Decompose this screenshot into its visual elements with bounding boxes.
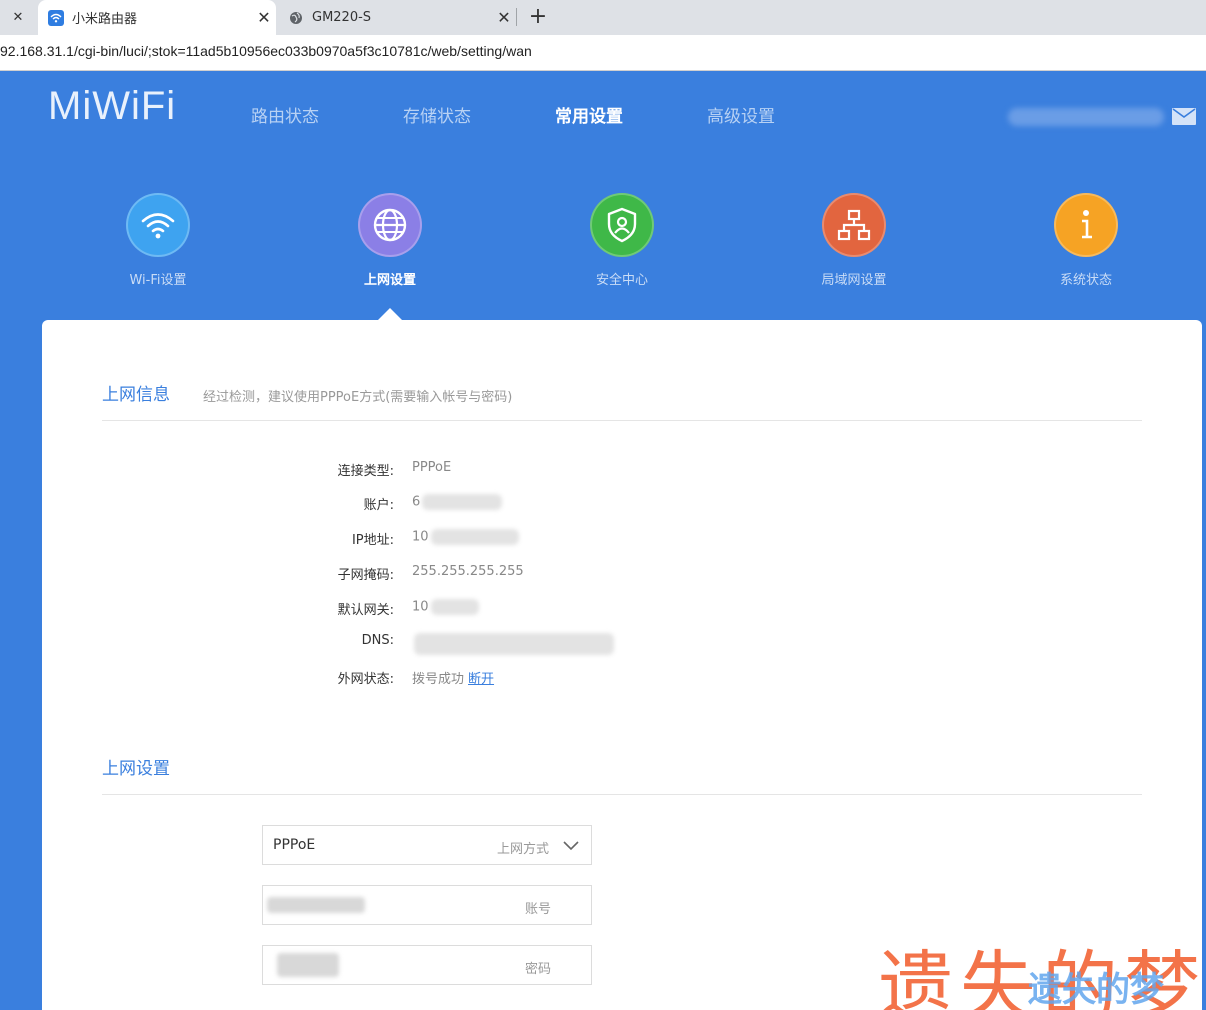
info-icon	[1054, 193, 1118, 257]
info-row-connection-type: 连接类型: PPPoE	[242, 460, 942, 480]
wan-info-hint: 经过检测，建议使用PPPoE方式(需要输入帐号与密码)	[203, 390, 513, 405]
globe-icon	[358, 193, 422, 257]
info-value-wrap: 10	[412, 599, 479, 615]
redacted-value	[430, 599, 479, 615]
feature-label: 局域网设置	[821, 273, 887, 288]
info-value-wrap: 6	[412, 494, 503, 510]
chevron-down-icon	[563, 841, 579, 851]
url-text[interactable]: 92.168.31.1/cgi-bin/luci/;stok=11ad5b109…	[0, 43, 532, 59]
wan-settings-title: 上网设置	[102, 759, 170, 779]
redacted-value	[430, 529, 519, 545]
info-row-dns: DNS:	[242, 633, 942, 655]
active-feature-pointer	[378, 308, 402, 320]
info-row-ip-address: IP地址: 10	[242, 529, 942, 549]
info-key: 子网掩码:	[337, 568, 394, 583]
tab-title: GM220-S	[312, 10, 372, 25]
info-row-account: 账户: 6	[242, 494, 942, 514]
info-value: 10	[412, 529, 429, 545]
nav-router-status[interactable]: 路由状态	[251, 102, 319, 127]
watermark-overlay-text: 遗失的梦	[1028, 970, 1164, 1010]
close-icon[interactable]: ✕	[252, 8, 276, 27]
miwifi-logo: MiWiFi	[48, 84, 177, 128]
account-input[interactable]: 账号	[262, 885, 592, 925]
browser-tab-active[interactable]: 小米路由器 ✕	[38, 0, 276, 35]
info-value-wrap	[412, 633, 614, 655]
feature-security-center[interactable]: 安全中心	[552, 193, 692, 288]
feature-label: 安全中心	[595, 273, 648, 288]
redacted-value	[422, 494, 503, 510]
info-value-wrap: 拨号成功 断开	[412, 668, 494, 687]
wan-mode-label: 上网方式	[496, 842, 549, 857]
tab-separator	[516, 8, 517, 26]
info-row-wan-status: 外网状态: 拨号成功 断开	[242, 668, 942, 688]
browser-tab-bar: ✕ 小米路由器 ✕ GM220-S ✕ +	[0, 0, 1206, 35]
redacted-value	[414, 633, 614, 655]
wan-info-title: 上网信息	[102, 385, 170, 405]
info-value: 10	[412, 599, 429, 615]
info-key: 默认网关:	[337, 603, 394, 618]
tab-close-button[interactable]: ✕	[0, 0, 36, 35]
feature-wifi-settings[interactable]: Wi-Fi设置	[88, 193, 228, 288]
shield-user-icon	[590, 193, 654, 257]
info-key: 账户:	[363, 498, 394, 513]
password-input[interactable]: 密码	[262, 945, 592, 985]
info-key: 连接类型:	[337, 464, 394, 479]
redacted-account-value	[267, 897, 365, 913]
divider	[102, 794, 1142, 795]
password-label: 密码	[524, 962, 551, 977]
feature-label: 系统状态	[1059, 273, 1112, 288]
user-name-redacted[interactable]	[1008, 108, 1164, 126]
info-value: 6	[412, 494, 421, 510]
browser-tab-inactive[interactable]: GM220-S ✕	[278, 0, 516, 35]
feature-label: 上网设置	[363, 273, 416, 288]
redacted-password-value	[277, 953, 339, 977]
feature-lan-settings[interactable]: 局域网设置	[784, 193, 924, 288]
feature-internet-settings[interactable]: 上网设置	[320, 193, 460, 288]
nav-advanced-settings[interactable]: 高级设置	[707, 102, 775, 127]
feature-label: Wi-Fi设置	[129, 273, 187, 288]
wan-mode-value: PPPoE	[273, 837, 316, 853]
info-row-subnet-mask: 子网掩码: 255.255.255.255	[242, 564, 942, 584]
info-key: DNS:	[361, 633, 394, 648]
globe-favicon-icon	[288, 10, 304, 26]
nav-storage-status[interactable]: 存储状态	[403, 102, 471, 127]
wan-mode-select[interactable]: PPPoE 上网方式	[262, 825, 592, 865]
info-value-wrap: 10	[412, 529, 519, 545]
content-panel: 上网信息 经过检测，建议使用PPPoE方式(需要输入帐号与密码) 连接类型: P…	[42, 320, 1202, 1010]
mail-icon[interactable]	[1172, 108, 1196, 125]
info-value: 255.255.255.255	[412, 564, 524, 579]
wifi-icon	[126, 193, 190, 257]
info-key: 外网状态:	[337, 672, 394, 687]
info-key: IP地址:	[351, 533, 394, 548]
disconnect-link[interactable]: 断开	[468, 672, 494, 687]
info-row-default-gateway: 默认网关: 10	[242, 599, 942, 619]
feature-system-status[interactable]: 系统状态	[1016, 193, 1156, 288]
info-value: 拨号成功	[412, 672, 465, 687]
new-tab-button[interactable]: +	[526, 4, 550, 30]
tab-title: 小米路由器	[72, 12, 138, 27]
wifi-favicon-icon	[48, 9, 64, 26]
close-icon[interactable]: ✕	[492, 8, 516, 27]
account-label: 账号	[524, 902, 551, 917]
nav-common-settings[interactable]: 常用设置	[555, 102, 623, 127]
network-icon	[822, 193, 886, 257]
info-value: PPPoE	[412, 460, 452, 475]
divider	[102, 420, 1142, 421]
address-bar[interactable]: 92.168.31.1/cgi-bin/luci/;stok=11ad5b109…	[0, 35, 1206, 71]
